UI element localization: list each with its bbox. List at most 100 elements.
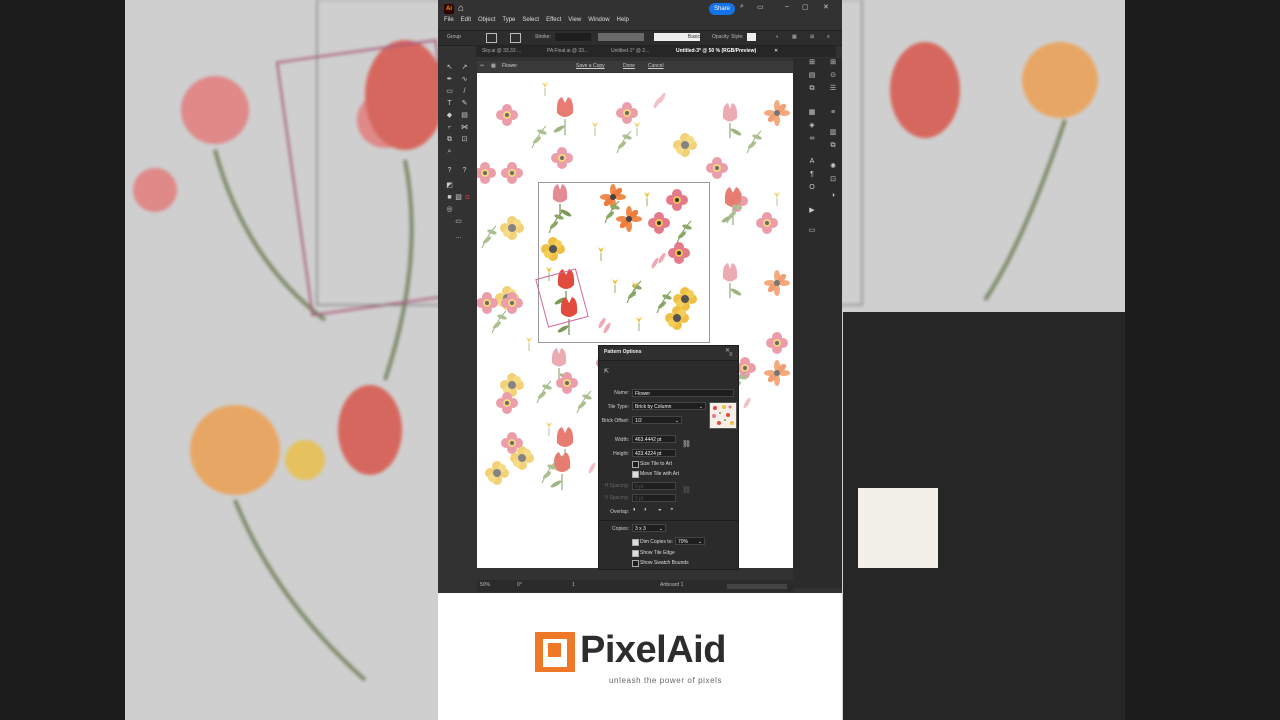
default-colors-icon[interactable]: ◩ (445, 181, 454, 190)
overlap-top-icon[interactable]: ◒ (658, 507, 662, 513)
type-tool-icon[interactable]: T (445, 99, 454, 108)
dock-icon-9[interactable]: ◑ (827, 191, 839, 201)
width-field[interactable]: 463.4442 pt (632, 435, 676, 443)
dim-copies-select[interactable]: 70% ⌄ (675, 537, 705, 545)
tab-untitled-1[interactable]: Untitled-1* @ 2... (611, 46, 649, 57)
swatches-icon[interactable]: ▦ (806, 108, 818, 118)
menu-window[interactable]: Window (588, 17, 609, 23)
pencil-tool-icon[interactable]: ✎ (460, 99, 469, 108)
dock-icon-1[interactable]: ⊞ (827, 58, 839, 68)
menu-select[interactable]: Select (522, 17, 539, 23)
pen-tool-icon[interactable]: ✒ (445, 75, 454, 84)
rectangle-tool-icon[interactable]: ▭ (445, 87, 454, 96)
menu-object[interactable]: Object (478, 17, 495, 23)
tab-untitled-3[interactable]: Untitled-3* @ 50 % (RGB/Preview) (676, 46, 756, 57)
dock-icon-2[interactable]: ⊙ (827, 71, 839, 81)
dock-icon-7[interactable]: ✺ (827, 162, 839, 172)
dock-icon-3[interactable]: ☰ (827, 84, 839, 94)
menu-type[interactable]: Type (502, 17, 515, 23)
window-close-icon[interactable]: ✕ (823, 3, 829, 11)
overlap-bottom-icon[interactable]: ◓ (670, 507, 674, 513)
artboard-tool-icon[interactable]: ⊡ (460, 135, 469, 144)
eraser-tool-icon[interactable]: ◆ (445, 111, 454, 120)
menu-edit[interactable]: Edit (461, 17, 471, 23)
blend-tool-icon[interactable]: ⋈ (460, 123, 469, 132)
brick-offset-select[interactable]: 1/2 ⌄ (632, 416, 682, 424)
rotation-value[interactable]: 0° (517, 582, 522, 588)
selection-tool-icon[interactable]: ↖ (445, 63, 454, 72)
menu-effect[interactable]: Effect (546, 17, 561, 23)
stroke-weight-field[interactable] (555, 33, 591, 41)
copies-select[interactable]: 3 x 3 ⌄ (632, 524, 666, 532)
tile-tool-icon[interactable]: ⇱ (604, 368, 609, 375)
fill-swatch[interactable] (486, 33, 497, 43)
done-button[interactable]: Done (623, 61, 635, 72)
curvature-tool-icon[interactable]: ∿ (460, 75, 469, 84)
actions-icon[interactable]: ▶ (806, 206, 818, 216)
show-tile-edge-checkbox[interactable] (632, 550, 639, 557)
style-swatch[interactable] (747, 33, 756, 41)
stroke-swatch[interactable] (510, 33, 521, 43)
show-swatch-bounds-checkbox[interactable] (632, 560, 639, 567)
menu-view[interactable]: View (568, 17, 581, 23)
horizontal-scrollbar[interactable] (727, 584, 787, 589)
direct-selection-tool-icon[interactable]: ↗ (460, 63, 469, 72)
dim-copies-checkbox[interactable] (632, 539, 639, 546)
gradient-swatch-icon[interactable]: ▧ (454, 193, 463, 202)
link-icon[interactable]: ⛓ (682, 440, 691, 448)
eyedropper-tool-icon[interactable]: ⌐ (445, 123, 454, 132)
dock-icon-5[interactable]: ▥ (827, 128, 839, 138)
libraries-icon[interactable]: ▤ (806, 71, 818, 81)
move-tile-checkbox[interactable] (632, 471, 639, 478)
tile-type-select[interactable]: Brick by Column ⌄ (632, 402, 706, 410)
window-maximize-icon[interactable]: ▢ (802, 3, 809, 11)
more-tools-icon[interactable]: … (454, 232, 463, 241)
symbols-icon[interactable]: ∞ (806, 134, 818, 144)
variable-width-field[interactable] (598, 33, 644, 41)
properties-icon[interactable]: ⊞ (806, 58, 818, 68)
draw-mode-icon[interactable]: ◎ (445, 205, 454, 214)
layers-icon[interactable]: ⧉ (806, 84, 818, 94)
workspace-icon[interactable]: ▭ (757, 3, 764, 11)
cancel-button[interactable]: Cancel (648, 61, 664, 72)
fill-icon[interactable]: ■ (445, 193, 454, 202)
save-copy-button[interactable]: Save a Copy (576, 61, 605, 72)
zoom-level[interactable]: 50% (480, 582, 490, 588)
artboard-number[interactable]: 1 (572, 582, 575, 588)
menu-file[interactable]: File (444, 17, 454, 23)
name-field[interactable]: Flower (632, 389, 734, 397)
zoom-tool-icon[interactable]: ⌕ (445, 147, 454, 156)
back-arrow-icon[interactable]: ⇦ (480, 61, 484, 72)
brushes-icon[interactable]: ◈ (806, 121, 818, 131)
window-minimize-icon[interactable]: – (785, 3, 789, 10)
tab-pa-final[interactable]: PA Final.ai @ 33... (547, 46, 588, 57)
transform-icon[interactable]: ⊞ (810, 34, 814, 40)
share-button[interactable]: Share (709, 3, 735, 15)
search-icon[interactable]: ⌕ (740, 3, 744, 11)
tab-close-icon[interactable]: ✕ (774, 46, 778, 57)
none-swatch-icon[interactable]: ⧄ (463, 193, 472, 202)
overlap-right-icon[interactable]: ◐ (644, 507, 648, 513)
character-icon[interactable]: A (806, 157, 818, 167)
opentype-icon[interactable]: O (806, 183, 818, 193)
opacity-label[interactable]: Opacity (712, 34, 729, 40)
help-small-icon[interactable]: ? (460, 166, 469, 175)
recolor-icon[interactable]: ◐ (776, 34, 779, 40)
panel-menu-icon[interactable]: ≡ (827, 34, 830, 40)
help-icon[interactable]: ? (445, 166, 454, 175)
paintbrush-tool-icon[interactable]: / (460, 87, 469, 96)
align-icon[interactable]: ▦ (792, 34, 797, 40)
dock-icon-4[interactable]: ≡ (827, 108, 839, 118)
brush-field[interactable]: Basic (654, 33, 700, 41)
screen-mode-icon[interactable]: ▭ (454, 217, 463, 226)
gradient-panel-icon[interactable]: ▭ (806, 226, 818, 236)
size-tile-checkbox[interactable] (632, 461, 639, 468)
dock-icon-6[interactable]: ⧉ (827, 141, 839, 151)
home-icon[interactable]: ⌂ (458, 3, 470, 15)
tab-sky[interactable]: Sky.ai @ 33.33 ... (482, 46, 521, 57)
panel-menu-icon[interactable]: ≡ (729, 352, 733, 358)
dock-icon-8[interactable]: ⊡ (827, 175, 839, 185)
gradient-tool-icon[interactable]: ▤ (460, 111, 469, 120)
shape-builder-tool-icon[interactable]: ⧉ (445, 135, 454, 144)
overlap-left-icon[interactable]: ◑ (632, 507, 636, 513)
